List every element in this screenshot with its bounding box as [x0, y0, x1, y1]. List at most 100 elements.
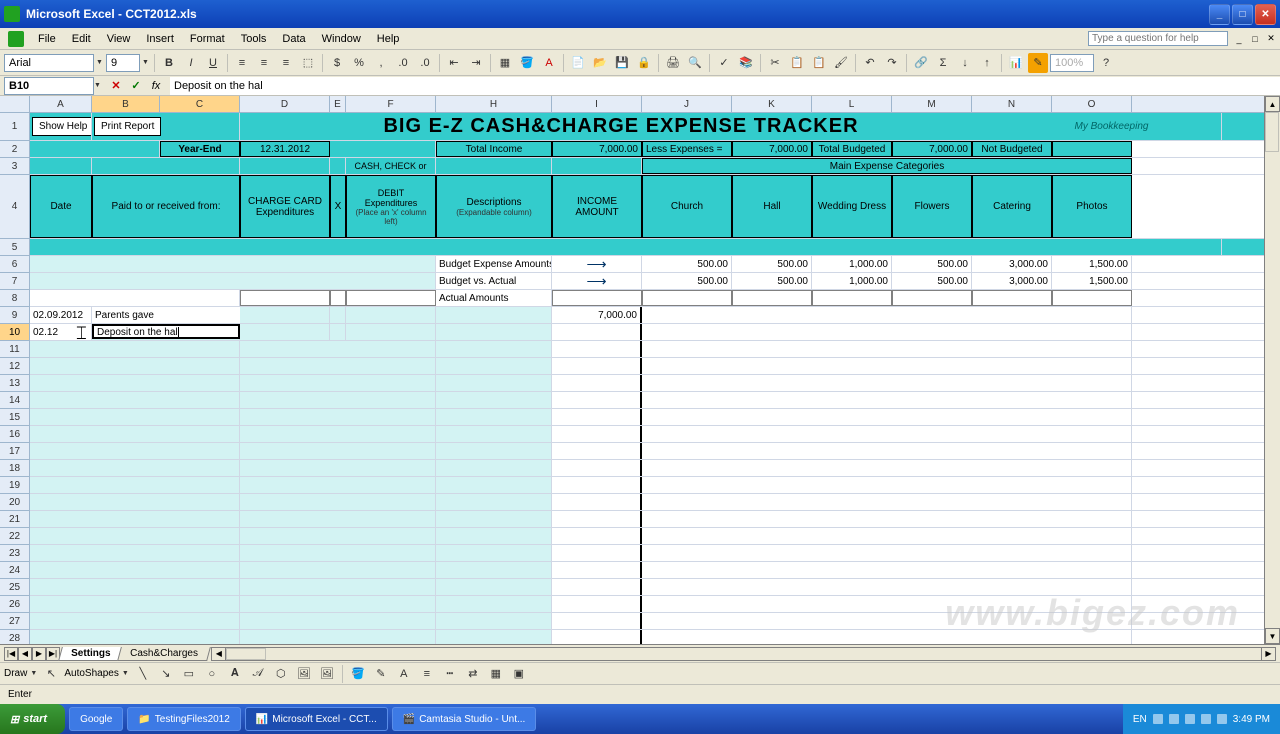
- drawing-button[interactable]: ✎: [1028, 53, 1048, 73]
- tray-icon[interactable]: [1153, 714, 1163, 724]
- font-color-button[interactable]: A: [539, 53, 559, 73]
- system-tray[interactable]: EN 3:49 PM: [1123, 704, 1280, 734]
- taskbar-excel[interactable]: 📊Microsoft Excel - CCT...: [245, 707, 388, 731]
- select-all-corner[interactable]: [0, 96, 30, 112]
- zoom-selector[interactable]: 100%: [1050, 54, 1094, 72]
- row-19[interactable]: 19: [0, 477, 29, 494]
- data-row[interactable]: [30, 477, 1280, 494]
- row-26[interactable]: 26: [0, 596, 29, 613]
- arrow-button[interactable]: ↘: [156, 664, 176, 684]
- research-button[interactable]: 📚: [736, 53, 756, 73]
- col-D[interactable]: D: [240, 96, 330, 112]
- percent-button[interactable]: %: [349, 53, 369, 73]
- row-18[interactable]: 18: [0, 460, 29, 477]
- align-left-button[interactable]: ≡: [232, 53, 252, 73]
- tray-icon[interactable]: [1217, 714, 1227, 724]
- line-button[interactable]: ╲: [133, 664, 153, 684]
- tray-icon[interactable]: [1169, 714, 1179, 724]
- paste-button[interactable]: 📋: [809, 53, 829, 73]
- data-row[interactable]: [30, 511, 1280, 528]
- select-objects-button[interactable]: ↖: [41, 664, 61, 684]
- autoshapes-menu[interactable]: AutoShapes: [64, 668, 119, 679]
- format-painter-button[interactable]: 🖌: [831, 53, 851, 73]
- picture-button[interactable]: 🖼: [317, 664, 337, 684]
- rectangle-button[interactable]: ▭: [179, 664, 199, 684]
- line-style-button[interactable]: ≡: [417, 664, 437, 684]
- menu-tools[interactable]: Tools: [233, 31, 275, 47]
- draw-menu[interactable]: Draw: [4, 668, 27, 679]
- row-3[interactable]: 3: [0, 158, 29, 175]
- menu-format[interactable]: Format: [182, 31, 233, 47]
- menu-view[interactable]: View: [99, 31, 139, 47]
- row-1[interactable]: 1: [0, 113, 29, 141]
- col-J[interactable]: J: [642, 96, 732, 112]
- taskbar-folder[interactable]: 📁TestingFiles2012: [127, 707, 241, 731]
- maximize-button[interactable]: □: [1232, 4, 1253, 25]
- workbook-restore-button[interactable]: □: [1248, 32, 1262, 46]
- row-5[interactable]: 5: [0, 239, 29, 256]
- scroll-thumb[interactable]: [1265, 112, 1279, 152]
- formula-input[interactable]: [170, 77, 1280, 95]
- data-row[interactable]: [30, 545, 1280, 562]
- row-10[interactable]: 10: [0, 324, 29, 341]
- taskbar-camtasia[interactable]: 🎬Camtasia Studio - Unt...: [392, 707, 537, 731]
- align-center-button[interactable]: ≡: [254, 53, 274, 73]
- fill-color-button[interactable]: 🪣: [517, 53, 537, 73]
- data-row[interactable]: [30, 579, 1280, 596]
- data-row[interactable]: [30, 426, 1280, 443]
- hscroll-thumb[interactable]: [226, 648, 266, 660]
- oval-button[interactable]: ○: [202, 664, 222, 684]
- borders-button[interactable]: ▦: [495, 53, 515, 73]
- data-row-9[interactable]: 02.09.2012 Parents gave 7,000.00: [30, 307, 1280, 324]
- name-dropdown-icon[interactable]: ▼: [94, 82, 102, 89]
- shadow-button[interactable]: ▦: [486, 664, 506, 684]
- minimize-button[interactable]: _: [1209, 4, 1230, 25]
- vertical-scrollbar[interactable]: ▲ ▼: [1264, 96, 1280, 644]
- italic-button[interactable]: I: [181, 53, 201, 73]
- font-selector[interactable]: Arial: [4, 54, 94, 72]
- print-button[interactable]: 🖨: [663, 53, 683, 73]
- col-O[interactable]: O: [1052, 96, 1132, 112]
- col-B[interactable]: B: [92, 96, 160, 112]
- data-row-11[interactable]: [30, 341, 1280, 358]
- col-K[interactable]: K: [732, 96, 812, 112]
- tab-cash-charges[interactable]: Cash&Charges: [118, 647, 212, 661]
- row-14[interactable]: 14: [0, 392, 29, 409]
- language-indicator[interactable]: EN: [1133, 714, 1147, 725]
- open-button[interactable]: 📂: [590, 53, 610, 73]
- clock[interactable]: 3:49 PM: [1233, 714, 1270, 725]
- data-row[interactable]: [30, 613, 1280, 630]
- sort-desc-button[interactable]: ↑: [977, 53, 997, 73]
- arrow-style-button[interactable]: ⇄: [463, 664, 483, 684]
- align-right-button[interactable]: ≡: [276, 53, 296, 73]
- spreadsheet-grid[interactable]: A B C D E F H I J K L M N O 1 2 3 4 5 6 …: [0, 96, 1280, 644]
- save-button[interactable]: 💾: [612, 53, 632, 73]
- data-row[interactable]: [30, 528, 1280, 545]
- data-row[interactable]: [30, 596, 1280, 613]
- print-preview-button[interactable]: 🔍: [685, 53, 705, 73]
- horizontal-scrollbar[interactable]: ◀ ▶: [211, 647, 1276, 661]
- copy-button[interactable]: 📋: [787, 53, 807, 73]
- chart-button[interactable]: 📊: [1006, 53, 1026, 73]
- data-row[interactable]: [30, 460, 1280, 477]
- hyperlink-button[interactable]: 🔗: [911, 53, 931, 73]
- menu-insert[interactable]: Insert: [138, 31, 182, 47]
- merge-button[interactable]: ⬚: [298, 53, 318, 73]
- data-row[interactable]: [30, 358, 1280, 375]
- redo-button[interactable]: ↷: [882, 53, 902, 73]
- help-search[interactable]: [1088, 31, 1228, 46]
- row-23[interactable]: 23: [0, 545, 29, 562]
- col-M[interactable]: M: [892, 96, 972, 112]
- row-8[interactable]: 8: [0, 290, 29, 307]
- dash-style-button[interactable]: ┅: [440, 664, 460, 684]
- data-row[interactable]: [30, 443, 1280, 460]
- new-button[interactable]: 📄: [568, 53, 588, 73]
- taskbar-google[interactable]: Google: [69, 707, 123, 731]
- sort-asc-button[interactable]: ↓: [955, 53, 975, 73]
- workbook-close-button[interactable]: ✕: [1264, 32, 1278, 46]
- row-12[interactable]: 12: [0, 358, 29, 375]
- data-row[interactable]: [30, 630, 1280, 644]
- row-28[interactable]: 28: [0, 630, 29, 644]
- tab-first-button[interactable]: |◀: [4, 647, 18, 661]
- help-button[interactable]: ?: [1096, 53, 1116, 73]
